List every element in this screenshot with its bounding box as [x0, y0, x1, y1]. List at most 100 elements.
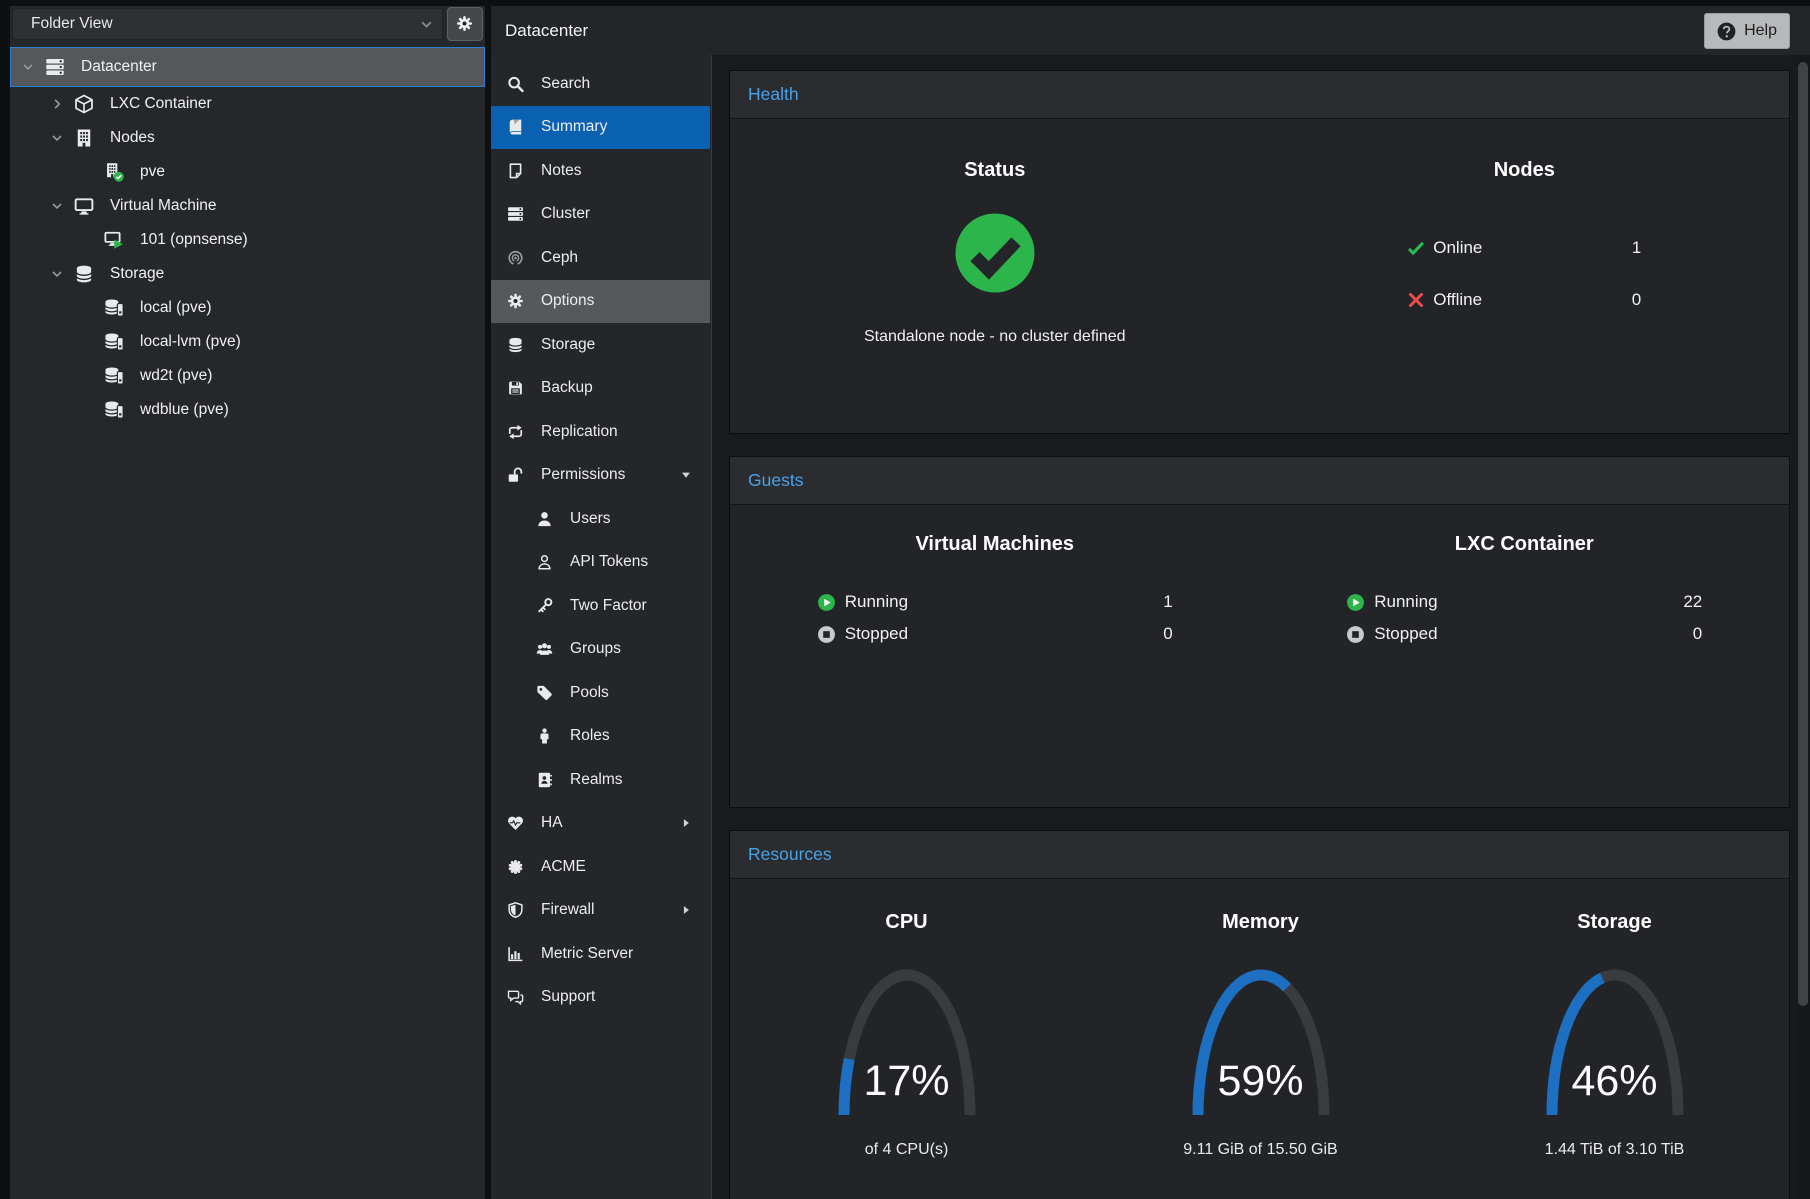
- tree-item-local-lvm-pve[interactable]: local-lvm (pve): [10, 325, 485, 359]
- nav-item-summary[interactable]: Summary: [491, 106, 710, 149]
- cluster-icon: [507, 206, 524, 223]
- book-icon: [507, 119, 524, 136]
- tree-item-label: wdblue (pve): [140, 401, 229, 419]
- tree-item-wdblue-pve[interactable]: wdblue (pve): [10, 393, 485, 427]
- nav-item-label: Metric Server: [541, 945, 633, 963]
- chevron-down-icon[interactable]: [50, 131, 64, 145]
- nav-item-label: Two Factor: [570, 597, 647, 615]
- nav-item-label: Roles: [570, 727, 610, 745]
- tree-item-label: local-lvm (pve): [140, 333, 241, 351]
- caret-right-icon[interactable]: [680, 817, 692, 829]
- cross-icon: [1407, 291, 1425, 309]
- chevron-down-icon[interactable]: [50, 267, 64, 281]
- nav-item-acme[interactable]: ACME: [491, 845, 710, 888]
- resource-tree: DatacenterLXC Container Nodes pveVirtual M…: [10, 47, 485, 427]
- tree-item-virtual-machine[interactable]: Virtual Machine: [10, 189, 485, 223]
- search-icon: [507, 75, 524, 92]
- nav-item-firewall[interactable]: Firewall: [491, 889, 710, 932]
- nav-item-label: Options: [541, 292, 594, 310]
- tree-item-storage[interactable]: Storage: [10, 257, 485, 291]
- tree-item-local-pve[interactable]: local (pve): [10, 291, 485, 325]
- check-circle-icon: [954, 212, 1036, 294]
- nav-item-options[interactable]: Options: [491, 280, 710, 323]
- gauge-percent: 59%: [1084, 1057, 1437, 1106]
- nav-item-api-tokens[interactable]: API Tokens: [491, 541, 710, 584]
- tree-item-datacenter[interactable]: Datacenter: [10, 47, 485, 87]
- user-icon: [536, 510, 553, 527]
- nav-item-permissions[interactable]: Permissions: [491, 454, 710, 497]
- tree-item-wd2t-pve[interactable]: wd2t (pve): [10, 359, 485, 393]
- guests-group-heading: LXC Container: [1260, 533, 1790, 556]
- gauge-detail: 1.44 TiB of 3.10 TiB: [1438, 1141, 1791, 1159]
- nav-item-ha[interactable]: HA: [491, 802, 710, 845]
- tree-item-label: wd2t (pve): [140, 367, 212, 385]
- database-drive-icon: [104, 366, 124, 386]
- scrollbar-thumb[interactable]: [1798, 62, 1808, 1006]
- nav-item-label: Search: [541, 75, 590, 93]
- tree-item-lxc-container[interactable]: LXC Container: [10, 87, 485, 121]
- nav-item-two-factor[interactable]: Two Factor: [491, 584, 710, 627]
- help-button[interactable]: Help: [1704, 13, 1790, 49]
- gauge-detail: of 4 CPU(s): [730, 1141, 1083, 1159]
- caret-right-icon[interactable]: [680, 904, 692, 916]
- tree-item-nodes[interactable]: Nodes: [10, 121, 485, 155]
- chevron-down-icon[interactable]: [21, 60, 35, 74]
- node-status-value: 1: [1632, 238, 1641, 258]
- nav-item-replication[interactable]: Replication: [491, 410, 710, 453]
- guest-status-value: 0: [1693, 624, 1702, 644]
- comments-icon: [507, 989, 524, 1006]
- nav-item-realms[interactable]: Realms: [491, 758, 710, 801]
- bar-chart-icon: [507, 945, 524, 962]
- guests-group-lxc-container: LXC ContainerRunning22Stopped0: [1260, 505, 1790, 808]
- nav-item-storage[interactable]: Storage: [491, 323, 710, 366]
- nav-item-groups[interactable]: Groups: [491, 628, 710, 671]
- health-panel: Health Status Standalone node - no clust…: [729, 70, 1790, 434]
- gauge-percent: 17%: [730, 1057, 1083, 1106]
- play-circle-icon: [1346, 593, 1365, 612]
- nav-item-metric-server[interactable]: Metric Server: [491, 932, 710, 975]
- health-status-section: Status Standalone node - no cluster defi…: [730, 119, 1260, 434]
- nav-item-search[interactable]: Search: [491, 62, 710, 105]
- nav-item-backup[interactable]: Backup: [491, 367, 710, 410]
- summary-content: Health Status Standalone node - no clust…: [712, 55, 1797, 1199]
- status-message: Standalone node - no cluster defined: [730, 328, 1260, 346]
- caret-down-icon[interactable]: [680, 469, 692, 481]
- check-icon: [1407, 239, 1425, 257]
- nav-item-roles[interactable]: Roles: [491, 715, 710, 758]
- nav-item-label: Notes: [541, 162, 582, 180]
- gauge-detail: 9.11 GiB of 15.50 GiB: [1084, 1141, 1437, 1159]
- nav-item-label: Replication: [541, 423, 618, 441]
- tree-item-pve[interactable]: pve: [10, 155, 485, 189]
- gear-icon: [456, 15, 473, 32]
- nav-item-pools[interactable]: Pools: [491, 671, 710, 714]
- database-drive-icon: [104, 332, 124, 352]
- guests-panel-title: Guests: [730, 457, 1789, 505]
- guest-status-value: 22: [1683, 592, 1702, 612]
- nav-item-label: Summary: [541, 118, 607, 136]
- tree-item-101-opnsense[interactable]: 101 (opnsense): [10, 223, 485, 257]
- view-mode-select[interactable]: Folder View: [12, 8, 443, 40]
- node-status-label: Online: [1433, 238, 1482, 258]
- tree-settings-button[interactable]: [447, 7, 483, 41]
- nav-item-label: Backup: [541, 379, 593, 397]
- nav-item-cluster[interactable]: Cluster: [491, 193, 710, 236]
- tree-item-label: 101 (opnsense): [140, 231, 248, 249]
- nav-item-label: Firewall: [541, 901, 594, 919]
- nav-item-label: Realms: [570, 771, 623, 789]
- tree-item-label: Nodes: [110, 129, 155, 147]
- nav-item-ceph[interactable]: Ceph: [491, 236, 710, 279]
- resources-panel-title: Resources: [730, 831, 1789, 879]
- page-title: Datacenter: [505, 6, 588, 55]
- nav-item-label: Users: [570, 510, 610, 528]
- nav-item-notes[interactable]: Notes: [491, 149, 710, 192]
- nav-item-users[interactable]: Users: [491, 497, 710, 540]
- resource-gauge-memory: Memory59%9.11 GiB of 15.50 GiB: [1084, 879, 1437, 1199]
- chevron-right-icon[interactable]: [50, 97, 64, 111]
- guest-status-label: Stopped: [1374, 624, 1437, 644]
- nav-item-support[interactable]: Support: [491, 976, 710, 1019]
- shield-icon: [507, 902, 524, 919]
- nav-item-label: HA: [541, 814, 563, 832]
- floppy-icon: [507, 380, 524, 397]
- users-icon: [536, 641, 553, 658]
- chevron-down-icon[interactable]: [50, 199, 64, 213]
